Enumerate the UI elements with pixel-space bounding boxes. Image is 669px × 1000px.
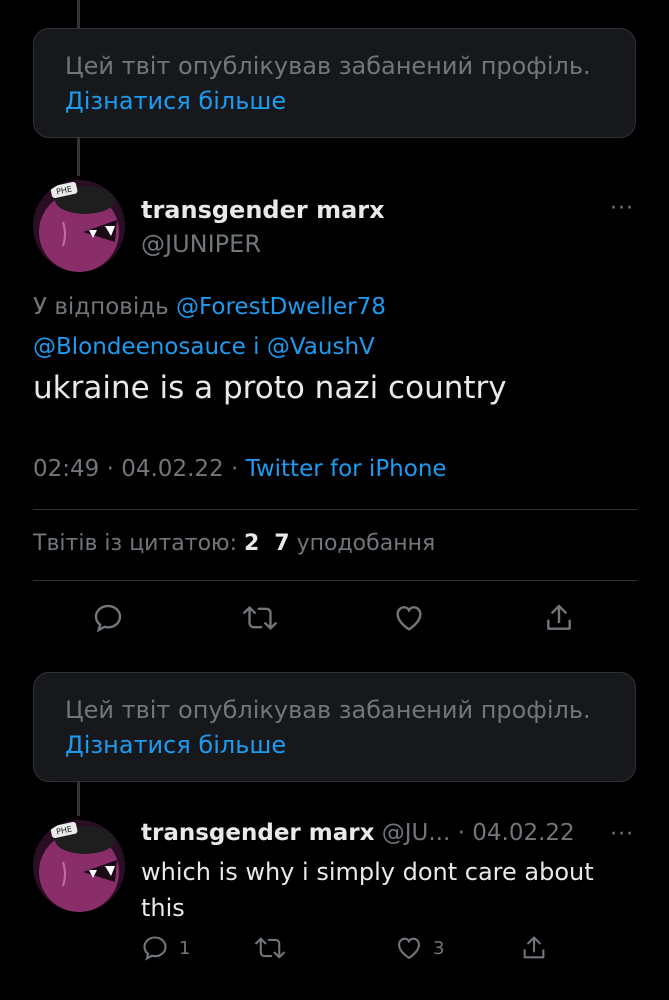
like-button[interactable]: 3 bbox=[395, 934, 444, 962]
banned-profile-notice: Цей твіт опублікував забанений профіль. … bbox=[33, 672, 636, 782]
reply-button[interactable]: 1 bbox=[141, 934, 190, 962]
meta-separator: · bbox=[457, 820, 465, 846]
share-button[interactable] bbox=[520, 934, 548, 962]
replying-to-prefix: У відповідь bbox=[33, 294, 169, 320]
banned-profile-notice: Цей твіт опублікував забанений профіль. … bbox=[33, 28, 636, 138]
mention-link[interactable]: @VaushV bbox=[267, 334, 375, 360]
meta-separator: · bbox=[106, 456, 114, 482]
thread-line bbox=[77, 138, 80, 176]
likes-label[interactable]: уподобання bbox=[297, 531, 436, 556]
tweet-text: which is why i simply dont care about th… bbox=[141, 858, 594, 922]
tweet-time[interactable]: 02:49 bbox=[33, 456, 99, 482]
tweet-date[interactable]: 04.02.22 bbox=[121, 456, 223, 482]
share-icon bbox=[523, 936, 545, 959]
avatar-image: РНЕ bbox=[33, 820, 125, 912]
share-button[interactable] bbox=[543, 602, 575, 634]
tweet-meta: 02:49 · 04.02.22 · Twitter for iPhone bbox=[33, 456, 447, 482]
divider bbox=[33, 509, 637, 510]
thread-line bbox=[77, 0, 80, 28]
divider bbox=[33, 580, 637, 581]
learn-more-link[interactable]: Дізнатися більше bbox=[65, 728, 604, 763]
tweet-date[interactable]: 04.02.22 bbox=[472, 820, 574, 846]
avatar[interactable]: РНЕ bbox=[33, 820, 125, 912]
replying-to: У відповідь @ForestDweller78 @Blondeenos… bbox=[33, 287, 643, 367]
heart-icon bbox=[398, 937, 420, 960]
author-name[interactable]: transgender marx bbox=[141, 196, 385, 224]
like-count: 3 bbox=[433, 937, 445, 959]
author-name[interactable]: transgender marx bbox=[141, 820, 374, 846]
quotes-label[interactable]: Твітів із цитатою: bbox=[33, 531, 237, 556]
reply-icon bbox=[94, 604, 122, 633]
more-options-icon[interactable]: ··· bbox=[610, 196, 634, 221]
more-options-icon[interactable]: ··· bbox=[610, 822, 634, 847]
mention-link[interactable]: @ForestDweller78 bbox=[176, 294, 386, 320]
reply-header: transgender marx @JU... · 04.02.22 bbox=[141, 820, 575, 846]
retweet-button[interactable] bbox=[243, 602, 277, 634]
mention-joiner: і bbox=[253, 334, 260, 360]
like-button[interactable] bbox=[393, 602, 425, 634]
learn-more-link[interactable]: Дізнатися більше bbox=[65, 84, 604, 119]
meta-separator: · bbox=[230, 456, 239, 482]
tweet-source[interactable]: Twitter for iPhone bbox=[246, 456, 447, 482]
author-handle[interactable]: @JU... bbox=[382, 820, 451, 846]
reply-button[interactable] bbox=[92, 602, 124, 634]
author-handle[interactable]: @JUNIPER bbox=[141, 230, 261, 258]
retweet-icon bbox=[255, 937, 285, 959]
banned-notice-text: Цей твіт опублікував забанений профіль. bbox=[65, 696, 591, 724]
tweet-text: ukraine is a proto nazi country bbox=[33, 370, 507, 406]
banned-notice-text: Цей твіт опублікував забанений профіль. bbox=[65, 52, 591, 80]
quotes-count[interactable]: 2 bbox=[244, 531, 259, 556]
tweet-stats: Твітів із цитатою: 2 7 уподобання bbox=[33, 531, 435, 556]
reply-count: 1 bbox=[179, 937, 191, 959]
avatar-image: РНЕ bbox=[33, 180, 125, 272]
share-icon bbox=[547, 604, 571, 630]
likes-count[interactable]: 7 bbox=[274, 531, 289, 556]
avatar[interactable]: РНЕ bbox=[33, 180, 125, 272]
retweet-icon bbox=[243, 606, 277, 630]
thread-line bbox=[77, 782, 80, 816]
retweet-button[interactable] bbox=[255, 934, 295, 962]
mention-link[interactable]: @Blondeenosauce bbox=[33, 334, 246, 360]
reply-icon bbox=[143, 936, 167, 961]
heart-icon bbox=[396, 606, 422, 631]
